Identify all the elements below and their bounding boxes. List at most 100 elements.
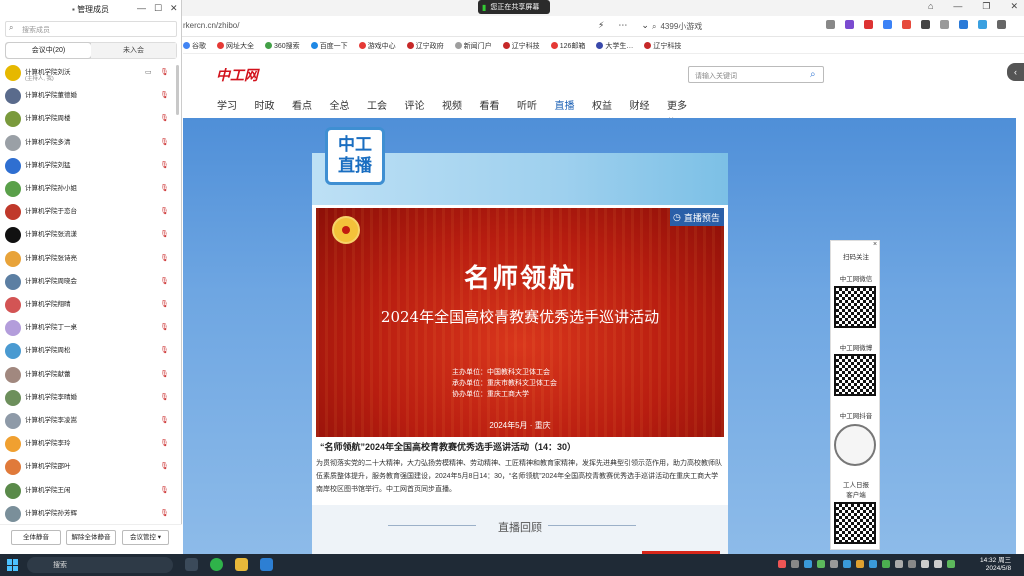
extension-icon[interactable] xyxy=(959,20,968,29)
mic-muted-icon[interactable]: 🎙 xyxy=(160,161,169,169)
bookmark-item[interactable]: 辽宁科技 xyxy=(502,41,540,51)
bookmark-item[interactable]: 谷歌 xyxy=(183,41,206,51)
bookmark-item[interactable]: 新闻门户 xyxy=(454,41,492,51)
mic-muted-icon[interactable]: 🎙 xyxy=(160,346,169,354)
tab-not-joined[interactable]: 未入会 xyxy=(91,43,176,58)
tray-icon[interactable] xyxy=(908,560,916,568)
mic-muted-icon[interactable]: 🎙 xyxy=(160,486,169,494)
tab-in-meeting[interactable]: 会议中(20) xyxy=(6,43,91,58)
mic-muted-icon[interactable]: 🎙 xyxy=(160,277,169,285)
extension-icon[interactable] xyxy=(978,20,987,29)
menu-icon[interactable] xyxy=(997,20,1006,29)
member-row[interactable]: 计算机学院张诗亮 🎙 xyxy=(0,248,182,271)
screen-share-badge[interactable]: ▮ 您正在共享屏幕 xyxy=(478,0,550,14)
extension-icon[interactable] xyxy=(883,20,892,29)
member-row[interactable]: 计算机学院董德婚 🎙 xyxy=(0,85,182,108)
tray-icon[interactable] xyxy=(843,560,851,568)
taskbar-search[interactable]: 搜索 xyxy=(27,557,173,573)
url-field[interactable]: rkercn.cn/zhibo/ xyxy=(183,21,239,30)
file-explorer-icon[interactable] xyxy=(235,558,248,571)
wifi-icon[interactable] xyxy=(921,560,929,568)
mic-muted-icon[interactable]: 🎙 xyxy=(160,393,169,401)
mic-muted-icon[interactable]: 🎙 xyxy=(160,91,169,99)
widget-icon[interactable] xyxy=(185,558,198,571)
member-row[interactable]: 计算机学院刘沃 (主持人, 我) ▭ 🎙 xyxy=(0,62,182,85)
bookmark-item[interactable]: 大学生… xyxy=(596,41,633,51)
tray-icon[interactable] xyxy=(869,560,877,568)
scissors-icon[interactable] xyxy=(826,20,835,29)
camera-icon[interactable]: ▭ xyxy=(145,68,152,76)
maximize-button[interactable]: ❐ xyxy=(982,1,990,12)
scrollbar[interactable] xyxy=(176,65,179,115)
extension-icon[interactable] xyxy=(940,20,949,29)
member-row[interactable]: 计算机学院丁一桌 🎙 xyxy=(0,317,182,340)
mic-muted-icon[interactable]: 🎙 xyxy=(160,439,169,447)
member-row[interactable]: 计算机学院周松 🎙 xyxy=(0,340,182,363)
mic-muted-icon[interactable]: 🎙 xyxy=(160,300,169,308)
maximize-button[interactable]: ☐ xyxy=(154,3,162,14)
site-search-input[interactable]: 请输入关键词 xyxy=(688,66,824,83)
lightning-icon[interactable]: ⚡ xyxy=(598,20,604,31)
search-icon[interactable]: ⌕ xyxy=(810,69,816,80)
member-row[interactable]: 计算机学院多清 🎙 xyxy=(0,132,182,155)
member-row[interactable]: 计算机学院张流漾 🎙 xyxy=(0,224,182,247)
extension-icon[interactable] xyxy=(864,20,873,29)
extension-icon[interactable] xyxy=(902,20,911,29)
browser-search-input[interactable]: ⌕ 4399小游戏 xyxy=(652,19,812,34)
bookmark-item[interactable]: 辽宁科技 xyxy=(644,41,681,51)
side-collapse-button[interactable]: ‹ xyxy=(1007,63,1024,81)
site-logo[interactable]: 中工网 xyxy=(216,65,258,85)
tray-icon[interactable] xyxy=(817,560,825,568)
member-row[interactable]: 计算机学院李玲 🎙 xyxy=(0,433,182,456)
member-row[interactable]: 计算机学院李凌嵩 🎙 xyxy=(0,410,182,433)
close-button[interactable]: ✕ xyxy=(170,3,178,14)
member-row[interactable]: 计算机学院孙小姐 🎙 xyxy=(0,178,182,201)
mic-muted-icon[interactable]: 🎙 xyxy=(160,462,169,470)
mic-muted-icon[interactable]: 🎙 xyxy=(160,207,169,215)
chevron-down-icon[interactable]: ⌄ xyxy=(641,20,649,31)
member-row[interactable]: 计算机学院王闲 🎙 xyxy=(0,480,182,503)
tray-icon[interactable] xyxy=(778,560,786,568)
tray-icon[interactable] xyxy=(791,560,799,568)
mic-muted-icon[interactable]: 🎙 xyxy=(160,254,169,262)
bookmark-item[interactable]: 百度一下 xyxy=(310,41,348,51)
member-row[interactable]: 计算机学院翔晴 🎙 xyxy=(0,294,182,317)
unmute-all-button[interactable]: 解除全体静音 xyxy=(66,530,116,545)
mic-muted-icon[interactable]: 🎙 xyxy=(160,114,169,122)
mic-muted-icon[interactable]: 🎙 xyxy=(160,509,169,517)
tray-icon[interactable] xyxy=(830,560,838,568)
mic-muted-icon[interactable]: 🎙 xyxy=(160,416,169,424)
meeting-controls-button[interactable]: 会议管控 ▾ xyxy=(122,530,169,545)
bookmark-item[interactable]: 126邮箱 xyxy=(550,41,585,51)
bookmark-item[interactable]: 网址大全 xyxy=(217,41,254,51)
close-button[interactable]: ✕ xyxy=(1010,1,1018,12)
mic-muted-icon[interactable]: 🎙 xyxy=(160,323,169,331)
puzzle-icon[interactable] xyxy=(921,20,930,29)
windows-start-icon[interactable] xyxy=(7,559,19,571)
minimize-button[interactable]: — xyxy=(953,1,962,12)
member-row[interactable]: 计算机学院刘猛 🎙 xyxy=(0,155,182,178)
mic-muted-icon[interactable]: 🎙 xyxy=(160,138,169,146)
live-preview-tag[interactable]: ◷ 直播预告 xyxy=(670,208,724,226)
more-icon[interactable]: ⋯ xyxy=(618,20,627,31)
member-row[interactable]: 计算机学院李晴婚 🎙 xyxy=(0,387,182,410)
mute-all-button[interactable]: 全体静音 xyxy=(11,530,61,545)
bookmark-item[interactable]: 游戏中心 xyxy=(358,41,396,51)
mic-muted-icon[interactable]: 🎙 xyxy=(160,370,169,378)
pin-icon[interactable]: ⌂ xyxy=(928,1,933,12)
meeting-app-icon[interactable] xyxy=(260,558,273,571)
bookmark-item[interactable]: 辽宁政府 xyxy=(406,41,444,51)
tray-icon[interactable] xyxy=(856,560,864,568)
tray-icon[interactable] xyxy=(804,560,812,568)
tray-icon[interactable] xyxy=(895,560,903,568)
extension-icon[interactable] xyxy=(845,20,854,29)
member-row[interactable]: 计算机学院周晓会 🎙 xyxy=(0,271,182,294)
browser-app-icon[interactable] xyxy=(210,558,223,571)
mic-muted-icon[interactable]: 🎙 xyxy=(160,68,169,76)
close-icon[interactable]: × xyxy=(873,241,877,248)
tray-icon[interactable] xyxy=(947,560,955,568)
mic-muted-icon[interactable]: 🎙 xyxy=(160,230,169,238)
system-clock[interactable]: 14:32 周三 2024/5/8 xyxy=(980,557,1011,573)
member-row[interactable]: 计算机学院于恋台 🎙 xyxy=(0,201,182,224)
mic-muted-icon[interactable]: 🎙 xyxy=(160,184,169,192)
